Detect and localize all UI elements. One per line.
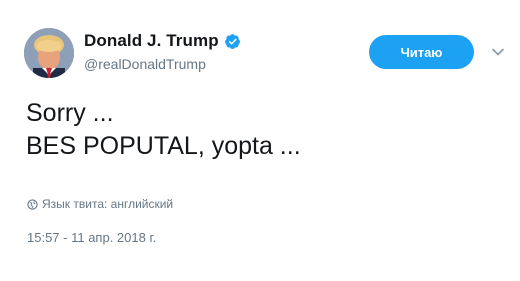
verified-badge-icon	[224, 33, 241, 50]
translate-tweet-link[interactable]: Язык твита: английский	[27, 197, 173, 211]
author-display-name[interactable]: Donald J. Trump	[84, 31, 219, 51]
avatar[interactable]	[24, 28, 74, 78]
follow-button[interactable]: Читаю	[369, 35, 474, 69]
chevron-down-icon[interactable]	[490, 44, 506, 60]
tweet-text: Sorry ... BES POPUTAL, yopta ...	[26, 97, 301, 163]
author-name-row: Donald J. Trump	[84, 31, 241, 51]
translate-label: Язык твита: английский	[42, 197, 174, 211]
tweet-timestamp[interactable]: 15:57 - 11 апр. 2018 г.	[27, 230, 156, 245]
globe-icon	[27, 198, 38, 210]
avatar-image	[24, 28, 74, 78]
tweet-text-line: Sorry ...	[26, 99, 114, 127]
tweet-card: Donald J. Trump @realDonaldTrump Читаю S…	[0, 0, 520, 281]
author-handle[interactable]: @realDonaldTrump	[84, 56, 206, 72]
tweet-text-line: BES POPUTAL, yopta ...	[26, 132, 301, 160]
